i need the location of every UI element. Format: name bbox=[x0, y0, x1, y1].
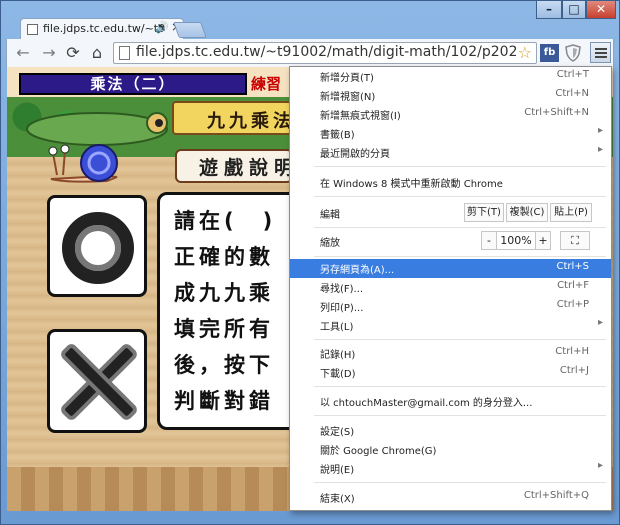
cross-icon bbox=[56, 340, 140, 424]
banner-title: 九九乘法 bbox=[207, 111, 295, 132]
practice-label[interactable]: 練習 bbox=[251, 73, 281, 94]
page-favicon-icon bbox=[27, 24, 38, 35]
browser-toolbar: ← → ⟳ ⌂ file.jdps.tc.edu.tw/~t91002/math… bbox=[6, 39, 614, 67]
submenu-arrow-icon: ▸ bbox=[597, 317, 603, 328]
instruction-line: 判斷對錯 bbox=[174, 389, 274, 413]
reload-button[interactable]: ⟳ bbox=[63, 43, 83, 63]
menu-divider bbox=[314, 386, 606, 387]
address-bar[interactable]: file.jdps.tc.edu.tw/~t91002/math/digit-m… bbox=[113, 42, 537, 64]
menu-divider bbox=[314, 166, 606, 167]
menu-item-new-tab[interactable]: 新增分頁(T) Ctrl+T bbox=[290, 67, 611, 86]
paste-button[interactable]: 貼上(P) bbox=[550, 203, 592, 222]
menu-item-find[interactable]: 尋找(F)... Ctrl+F bbox=[290, 278, 611, 297]
correct-card[interactable] bbox=[47, 195, 147, 297]
instructions-panel: 請在( ) 正確的數 成九九乘 填完所有 後，按下 判斷對錯 bbox=[157, 192, 307, 430]
shield-icon[interactable] bbox=[565, 44, 581, 62]
menu-item-print[interactable]: 列印(P)... Ctrl+P bbox=[290, 297, 611, 316]
fullscreen-icon[interactable]: ⛶ bbox=[560, 231, 590, 250]
menu-item-bookmarks[interactable]: 書籤(B) ▸ bbox=[290, 124, 611, 143]
lesson-title: 乘法（二） bbox=[19, 73, 247, 95]
game-instructions-label: 遊戲說明 bbox=[199, 157, 300, 179]
back-button[interactable]: ← bbox=[13, 43, 33, 63]
close-window-button[interactable]: ✕ bbox=[586, 0, 616, 19]
chrome-menu-button[interactable] bbox=[590, 42, 611, 63]
submenu-arrow-icon: ▸ bbox=[597, 125, 603, 136]
instruction-line: 成九九乘 bbox=[174, 281, 274, 305]
menu-item-about-chrome[interactable]: 關於 Google Chrome(G) bbox=[290, 440, 611, 459]
menu-item-edit: 編輯 剪下(T) 複製(C) 貼上(P) bbox=[290, 202, 611, 224]
chrome-menu: 新增分頁(T) Ctrl+T 新增視窗(N) Ctrl+N 新增無痕式視窗(I) Ct… bbox=[289, 66, 612, 511]
menu-item-new-window[interactable]: 新增視窗(N) Ctrl+N bbox=[290, 86, 611, 105]
menu-item-help[interactable]: 說明(E) ▸ bbox=[290, 459, 611, 478]
tab-active[interactable]: file.jdps.tc.edu.tw/~t9 🔊 × bbox=[20, 18, 184, 40]
menu-item-zoom: 縮放 - 100% + ⛶ bbox=[290, 230, 611, 252]
circle-icon bbox=[62, 212, 134, 284]
menu-item-save-page-as[interactable]: 另存網頁為(A)... Ctrl+S bbox=[290, 259, 611, 278]
menu-item-recent-tabs[interactable]: 最近開啟的分頁 ▸ bbox=[290, 143, 611, 162]
instruction-line: 後，按下 bbox=[174, 353, 274, 377]
menu-item-incognito[interactable]: 新增無痕式視窗(I) Ctrl+Shift+N bbox=[290, 105, 611, 124]
menu-item-settings[interactable]: 設定(S) bbox=[290, 421, 611, 440]
menu-divider bbox=[314, 256, 606, 257]
submenu-arrow-icon: ▸ bbox=[597, 460, 603, 471]
menu-item-sign-in[interactable]: 以 chtouchMaster@gmail.com 的身分登入... bbox=[290, 392, 611, 411]
menu-item-history[interactable]: 記錄(H) Ctrl+H bbox=[290, 344, 611, 363]
menu-item-exit[interactable]: 結束(X) Ctrl+Shift+Q bbox=[290, 488, 611, 507]
zoom-in-button[interactable]: + bbox=[535, 231, 551, 250]
url-text[interactable]: file.jdps.tc.edu.tw/~t91002/math/digit-m… bbox=[136, 44, 516, 60]
menu-divider bbox=[314, 196, 606, 197]
new-tab-button[interactable] bbox=[173, 22, 207, 38]
submenu-arrow-icon: ▸ bbox=[597, 144, 603, 155]
zoom-level: 100% bbox=[497, 231, 535, 250]
facebook-extension-icon[interactable]: fb bbox=[540, 44, 559, 62]
snail-icon bbox=[48, 144, 118, 183]
forward-button[interactable]: → bbox=[39, 43, 59, 63]
instruction-line: 請在( ) bbox=[174, 209, 277, 233]
bookmark-star-icon[interactable]: ☆ bbox=[518, 43, 532, 62]
menu-item-downloads[interactable]: 下載(D) Ctrl+J bbox=[290, 363, 611, 382]
maximize-button[interactable]: □ bbox=[562, 0, 586, 19]
zoom-out-button[interactable]: - bbox=[481, 231, 497, 250]
menu-divider bbox=[314, 482, 606, 483]
cut-button[interactable]: 剪下(T) bbox=[464, 203, 504, 222]
wrong-card[interactable] bbox=[47, 329, 147, 433]
minimize-button[interactable]: – bbox=[536, 0, 562, 19]
menu-divider bbox=[314, 227, 606, 228]
speaker-icon: 🔊 bbox=[155, 21, 169, 34]
menu-divider bbox=[314, 415, 606, 416]
menu-divider bbox=[314, 339, 606, 340]
instruction-line: 正確的數 bbox=[174, 245, 274, 269]
instruction-line: 填完所有 bbox=[174, 317, 274, 341]
menu-item-tools[interactable]: 工具(L) ▸ bbox=[290, 316, 611, 335]
menu-item-windows8-mode[interactable]: 在 Windows 8 模式中重新啟動 Chrome bbox=[290, 173, 611, 192]
page-icon bbox=[119, 46, 130, 60]
tab-title: file.jdps.tc.edu.tw/~t9 bbox=[43, 22, 166, 35]
copy-button[interactable]: 複製(C) bbox=[506, 203, 548, 222]
home-button[interactable]: ⌂ bbox=[87, 43, 107, 63]
